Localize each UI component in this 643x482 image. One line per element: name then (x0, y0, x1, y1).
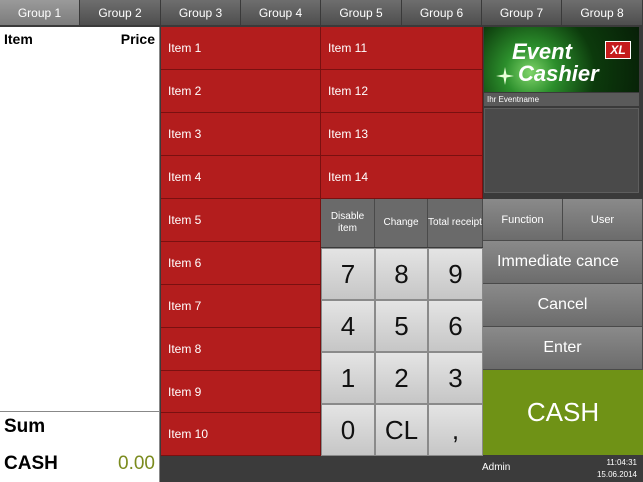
item-button[interactable]: Item 14 (321, 156, 483, 199)
receipt-price-header: Price (120, 31, 155, 47)
item-button[interactable]: Item 2 (161, 70, 321, 113)
keypad-3[interactable]: 3 (428, 352, 483, 404)
logo-line-cashier: Cashier (518, 61, 599, 86)
sum-label: Sum (4, 416, 46, 437)
receipt-item-header: Item (4, 31, 33, 47)
keypad-0[interactable]: 0 (321, 404, 375, 456)
immediate-cancel-button[interactable]: Immediate cance (483, 241, 643, 284)
tab-group-4[interactable]: Group 4 (241, 0, 321, 26)
clock-date: 15.06.2014 (596, 470, 637, 479)
tab-group-7[interactable]: Group 7 (482, 0, 562, 26)
tab-group-8[interactable]: Group 8 (562, 0, 643, 26)
clock-time: 11:04:31 (606, 458, 637, 467)
item-button[interactable]: Item 6 (161, 242, 321, 285)
item-button[interactable]: Item 12 (321, 70, 483, 113)
keypad-1[interactable]: 1 (321, 352, 375, 404)
keypad-clear[interactable]: CL (375, 404, 428, 456)
sum-area: Sum CASH 0.00 (0, 411, 159, 482)
status-bar: Admin 11:04:31 15.06.2014 (160, 456, 643, 482)
item-button[interactable]: Item 3 (161, 113, 321, 156)
sparkle-icon (496, 67, 514, 85)
cash-button[interactable]: CASH (483, 370, 643, 455)
keypad-9[interactable]: 9 (428, 248, 483, 300)
keypad-5[interactable]: 5 (375, 300, 428, 352)
keypad-2[interactable]: 2 (375, 352, 428, 404)
user-button[interactable]: User (563, 199, 643, 241)
group-tab-bar: Group 1 Group 2 Group 3 Group 4 Group 5 … (0, 0, 643, 26)
cancel-button[interactable]: Cancel (483, 284, 643, 327)
tab-group-1[interactable]: Group 1 (0, 0, 80, 26)
function-button[interactable]: Function (483, 199, 563, 241)
item-button[interactable]: Item 5 (161, 199, 321, 242)
change-button[interactable]: Change (375, 199, 428, 247)
tab-group-6[interactable]: Group 6 (402, 0, 482, 26)
cash-total-value: 0.00 (118, 453, 155, 474)
item-button[interactable]: Item 4 (161, 156, 321, 199)
disable-item-button[interactable]: Disable item (321, 199, 375, 247)
keypad-7[interactable]: 7 (321, 248, 375, 300)
cash-total-label: CASH (4, 453, 58, 474)
tab-group-2[interactable]: Group 2 (80, 0, 161, 26)
item-button[interactable]: Item 11 (321, 27, 483, 70)
keypad-comma[interactable]: , (428, 404, 483, 456)
keypad-6[interactable]: 6 (428, 300, 483, 352)
item-button[interactable]: Item 10 (161, 413, 321, 456)
current-user-label: Admin (482, 462, 511, 473)
item-button[interactable]: Item 1 (161, 27, 321, 70)
item-button[interactable]: Item 13 (321, 113, 483, 156)
item-button[interactable]: Item 9 (161, 371, 321, 413)
logo-xl-badge: XL (605, 41, 631, 59)
event-info-area (484, 108, 639, 193)
keypad-8[interactable]: 8 (375, 248, 428, 300)
tab-group-5[interactable]: Group 5 (321, 0, 402, 26)
item-button[interactable]: Item 8 (161, 328, 321, 371)
tab-group-3[interactable]: Group 3 (161, 0, 241, 26)
event-cashier-logo: Event Cashier XL (484, 27, 639, 92)
enter-button[interactable]: Enter (483, 327, 643, 370)
event-name-label: Ihr Eventname (484, 93, 639, 106)
total-receipt-button[interactable]: Total receipt (428, 199, 483, 247)
receipt-panel: Item Price Sum CASH 0.00 (0, 27, 160, 482)
keypad-4[interactable]: 4 (321, 300, 375, 352)
item-button[interactable]: Item 7 (161, 285, 321, 328)
